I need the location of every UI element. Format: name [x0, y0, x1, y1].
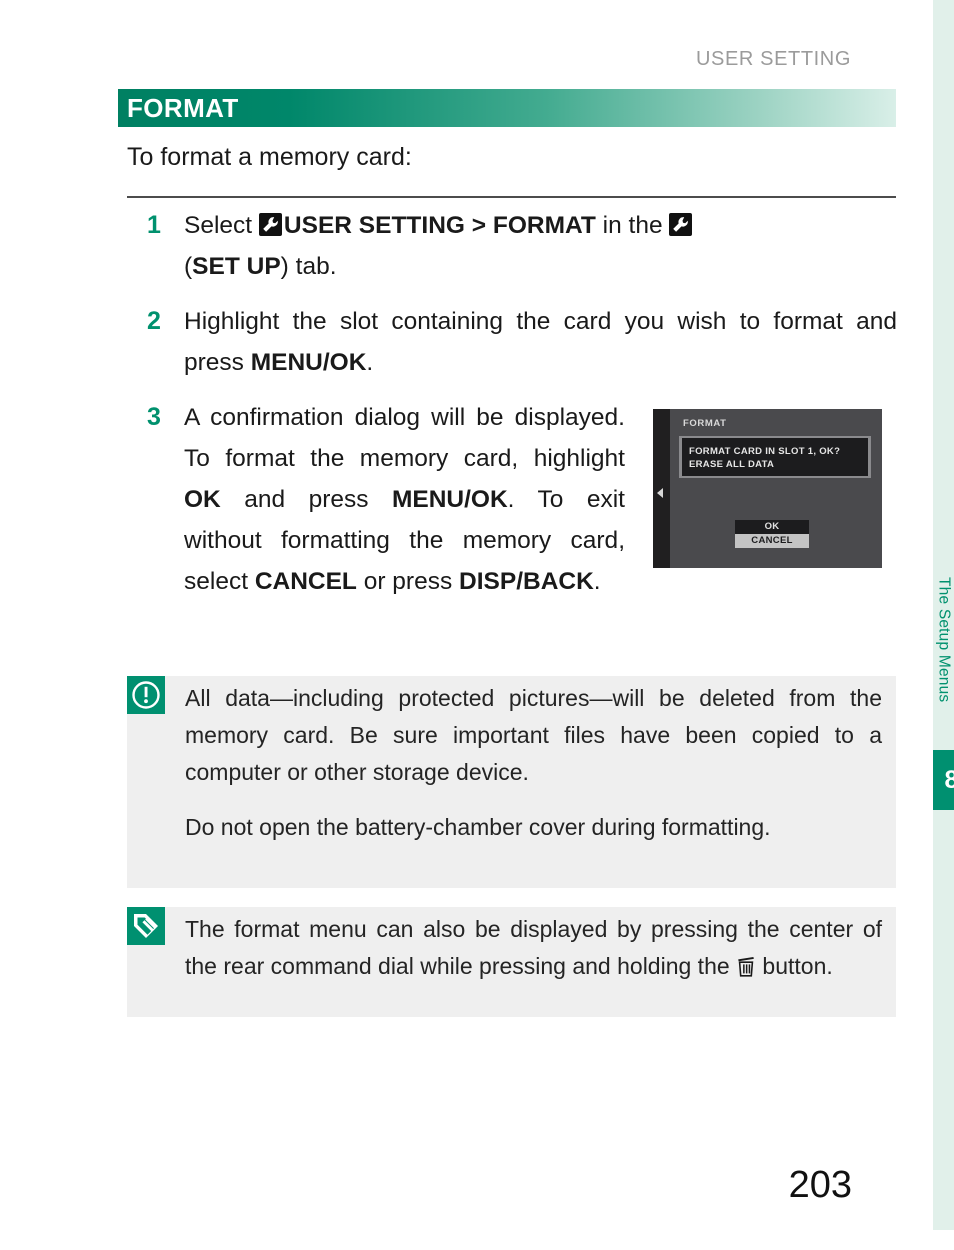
step-3-part-a: A confirmation dialog will be displayed.… [184, 404, 625, 472]
caution-note-body: All data—including protected pictures—wi… [185, 680, 882, 846]
chapter-label: The Setup Menus [935, 577, 953, 703]
step-1-submenu-name: FORMAT [492, 212, 596, 239]
step-1: 1 Select USER SETTING > FORMAT in the (S… [127, 205, 897, 287]
step-2-number: 2 [147, 307, 161, 335]
step-2-part-c: . [366, 349, 374, 376]
step-3-ok-label: OK [184, 486, 221, 513]
step-1-part-a: Select [184, 212, 259, 239]
step-3-cancel-label: CANCEL [254, 568, 357, 595]
running-head: USER SETTING [696, 48, 851, 70]
section-title: FORMAT [127, 93, 239, 123]
step-2: 2 Highlight the slot containing the card… [127, 301, 897, 383]
step-1-tab-name: SET UP [192, 253, 281, 280]
left-arrow-cursor-icon [657, 488, 663, 498]
caution-note: All data—including protected pictures—wi… [127, 676, 896, 888]
page-number: 203 [788, 1164, 852, 1206]
camera-confirmation-dialog: FORMAT CARD IN SLOT 1, OK? ERASE ALL DAT… [679, 436, 871, 478]
section-header-bar: FORMAT [118, 89, 896, 127]
wrench-icon [258, 213, 282, 236]
camera-dialog-line-2: ERASE ALL DATA [689, 459, 775, 470]
step-3-menuok-label: MENU/OK [391, 486, 508, 513]
step-1-text: Select USER SETTING > FORMAT in the (SET… [184, 205, 897, 287]
step-1-separator: > [464, 212, 493, 239]
step-3-dispback-label: DISP/BACK [459, 568, 594, 595]
step-1-part-e: in the [595, 212, 670, 239]
chapter-sidebar: The Setup Menus 8 [916, 0, 954, 1250]
step-1-number: 1 [147, 211, 161, 239]
step-1-part-f: ( [184, 253, 193, 280]
tip-paragraph-after: button. [756, 953, 833, 979]
wrench-icon [669, 213, 693, 236]
intro-text: To format a memory card: [127, 143, 412, 171]
camera-cancel-button[interactable]: CANCEL [735, 534, 809, 548]
camera-screen-illustration: FORMAT FORMAT CARD IN SLOT 1, OK? ERASE … [653, 409, 882, 568]
camera-dialog-buttons: OK CANCEL [735, 520, 809, 548]
step-3-part-g: or press [356, 568, 460, 595]
camera-screen-title: FORMAT [683, 418, 727, 429]
note-pencil-icon [127, 907, 165, 945]
step-2-button-name: MENU/OK [250, 349, 367, 376]
horizontal-rule [127, 196, 896, 198]
step-3-text: A confirmation dialog will be displayed.… [184, 397, 625, 602]
camera-dialog-inner: FORMAT CARD IN SLOT 1, OK? ERASE ALL DAT… [682, 438, 868, 476]
caution-paragraph-2: Do not open the battery-chamber cover du… [185, 814, 771, 840]
step-3-number: 3 [147, 403, 161, 431]
camera-dialog-line-1: FORMAT CARD IN SLOT 1, OK? [689, 446, 841, 457]
step-3-part-i: . [593, 568, 601, 595]
caution-paragraph-1: All data—including protected pictures—wi… [185, 685, 882, 785]
step-1-part-h: ) tab. [280, 253, 337, 280]
step-2-text: Highlight the slot containing the card y… [184, 301, 897, 383]
chapter-number-tab: 8 [933, 750, 954, 810]
step-1-menu-name: USER SETTING [283, 212, 465, 239]
tip-note-body: The format menu can also be displayed by… [185, 911, 882, 985]
page-content: USER SETTING FORMAT To format a memory c… [0, 0, 916, 1250]
tip-note: The format menu can also be displayed by… [127, 907, 896, 1017]
step-3-part-c: and press [220, 486, 392, 513]
trash-can-icon [736, 952, 756, 977]
camera-ok-button[interactable]: OK [735, 520, 809, 534]
caution-exclamation-icon [127, 676, 165, 714]
